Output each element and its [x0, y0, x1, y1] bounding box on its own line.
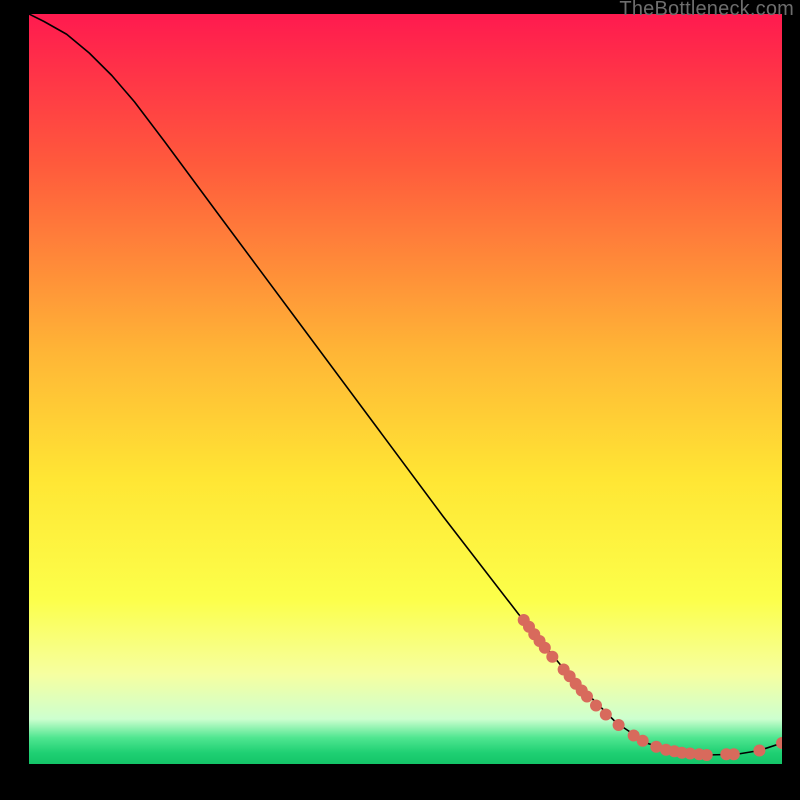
- data-point: [637, 735, 649, 747]
- data-point: [701, 749, 713, 761]
- chart-stage: TheBottleneck.com: [0, 0, 800, 800]
- bottleneck-chart: [29, 14, 782, 764]
- data-point: [590, 700, 602, 712]
- data-point: [546, 651, 558, 663]
- watermark-text: TheBottleneck.com: [619, 0, 794, 21]
- data-point: [728, 748, 740, 760]
- gradient-background: [29, 14, 782, 764]
- data-point: [753, 745, 765, 757]
- data-point: [581, 691, 593, 703]
- data-point: [600, 709, 612, 721]
- data-point: [613, 719, 625, 731]
